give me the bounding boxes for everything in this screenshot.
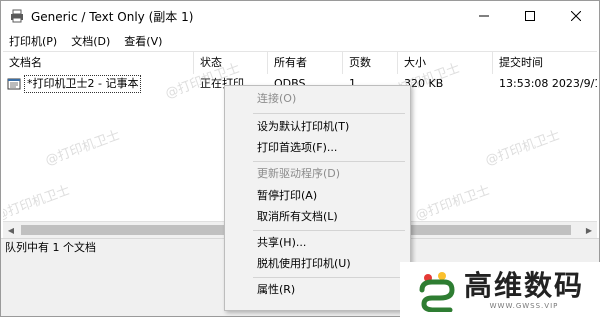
document-icon [7,78,21,90]
context-item-preferences[interactable]: 打印首选项(F)... [225,137,410,159]
column-header-document[interactable]: 文档名 [3,52,194,74]
brand-logo: 高维数码 WWW.GWSS.VIP [400,262,600,317]
context-item-share[interactable]: 共享(H)... [225,232,410,254]
context-item-connect[interactable]: 连接(O) [225,88,410,110]
title-bar[interactable]: Generic / Text Only (副本 1) [1,1,599,31]
window-title: Generic / Text Only (副本 1) [31,9,194,24]
column-header-pages[interactable]: 页数 [343,52,398,74]
menu-printer[interactable]: 打印机(P) [1,33,63,49]
context-menu: 连接(O) 设为默认打印机(T) 打印首选项(F)... 更新驱动程序(D) 暂… [224,85,411,311]
maximize-button[interactable] [507,1,553,31]
context-item-update-driver[interactable]: 更新驱动程序(D) [225,163,410,185]
menu-separator [253,161,405,162]
list-header: 文档名 状态 所有者 页数 大小 提交时间 [3,52,597,74]
column-header-owner[interactable]: 所有者 [268,52,343,74]
menu-document[interactable]: 文档(D) [63,33,116,49]
logo-mark-icon [419,271,455,312]
watermark: @打印机卫士 [43,127,122,169]
logo-text: 高维数码 [464,268,585,302]
menu-separator [253,113,405,114]
column-header-submitted[interactable]: 提交时间 [493,52,597,74]
maximize-icon [525,11,535,21]
watermark: @打印机卫士 [3,182,72,222]
context-item-cancel-all[interactable]: 取消所有文档(L) [225,206,410,228]
context-item-properties[interactable]: 属性(R) [225,279,410,301]
cell-submitted: 13:53:08 2023/9/1 [499,77,597,90]
menu-separator [253,230,405,231]
watermark: @打印机卫士 [413,182,492,222]
context-item-set-default[interactable]: 设为默认打印机(T) [225,116,410,138]
minimize-icon [479,15,489,17]
watermark: @打印机卫士 [483,127,562,169]
minimize-button[interactable] [461,1,507,31]
scroll-left-icon[interactable]: ◀ [3,222,19,238]
menu-view[interactable]: 查看(V) [116,33,168,49]
menu-bar: 打印机(P) 文档(D) 查看(V) [1,31,599,51]
context-item-pause[interactable]: 暂停打印(A) [225,185,410,207]
context-item-use-offline[interactable]: 脱机使用打印机(U) [225,253,410,275]
menu-separator [253,277,405,278]
document-name: *打印机卫士2 - 记事本 [24,75,142,93]
logo-subtext: WWW.GWSS.VIP [489,301,559,310]
printer-icon [11,9,23,23]
scroll-right-icon[interactable]: ▶ [581,222,597,238]
close-icon [571,11,581,21]
close-button[interactable] [553,1,599,31]
